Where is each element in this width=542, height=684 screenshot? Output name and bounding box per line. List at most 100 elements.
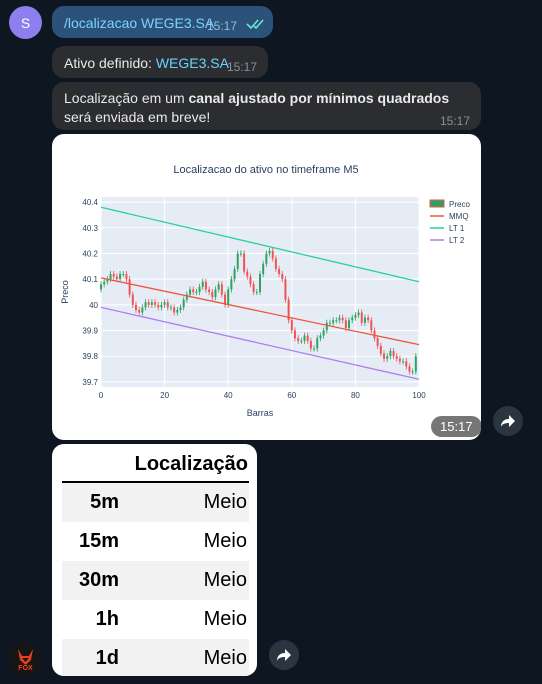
candle: [192, 289, 195, 292]
candle: [208, 289, 211, 292]
location-table-image[interactable]: Localização 5m Meio 15m Meio 30m Meio 1h Mei…: [52, 444, 257, 676]
candle: [154, 302, 157, 305]
forward-button[interactable]: [493, 406, 523, 436]
forward-button[interactable]: [269, 640, 299, 670]
message-time: 15:17: [440, 114, 471, 128]
x-tick-label: 0: [99, 391, 104, 400]
candle: [373, 330, 376, 339]
message-time: 15:17: [207, 19, 238, 33]
chart-image-message[interactable]: Localizacao do ativo no timeframe M5 0 20…: [52, 134, 481, 440]
asset-message[interactable]: Ativo definido: WEGE3.SA 15:17: [52, 46, 268, 78]
candle: [230, 279, 233, 290]
candle: [236, 253, 239, 269]
candle: [395, 356, 398, 359]
y-tick-label: 39.9: [82, 327, 98, 336]
candle: [243, 253, 246, 272]
legend-label: LT 1: [449, 224, 465, 233]
candle: [360, 312, 363, 323]
candle: [309, 340, 312, 349]
location-cell: Meio: [203, 491, 247, 513]
candle: [293, 330, 296, 339]
asset-ticker-link[interactable]: WEGE3.SA: [156, 55, 229, 71]
table-header: Localização: [134, 453, 248, 475]
candle: [313, 348, 316, 350]
candle: [284, 279, 287, 300]
candle: [179, 307, 182, 310]
candle: [332, 320, 335, 323]
candle: [414, 356, 417, 372]
candle: [392, 351, 395, 357]
candle: [217, 284, 220, 290]
candle: [405, 361, 408, 367]
table-row: 1d Meio: [62, 639, 249, 676]
candle: [204, 281, 207, 290]
candle: [182, 299, 185, 308]
candle: [383, 353, 386, 359]
candle: [386, 356, 389, 359]
asset-text: Ativo definido: WEGE3.SA: [64, 55, 229, 71]
candle: [125, 274, 128, 280]
candle: [128, 279, 131, 295]
command-message[interactable]: /localizacao WEGE3.SA 15:17: [52, 6, 273, 38]
candle: [338, 317, 341, 321]
user-avatar[interactable]: S: [9, 6, 42, 39]
read-checkmarks-icon: [246, 19, 264, 30]
candle: [147, 302, 150, 305]
candle: [306, 335, 309, 341]
candle: [335, 320, 338, 322]
candle: [189, 289, 192, 295]
candle: [103, 281, 106, 285]
candle: [328, 322, 331, 324]
info-text: Localização em um canal ajustado por mín…: [64, 89, 469, 127]
candle: [109, 274, 112, 280]
timeframe-cell: 15m: [78, 530, 119, 552]
candle: [316, 338, 319, 349]
candle: [259, 274, 261, 292]
y-tick-label: 39.8: [82, 352, 98, 361]
candle: [211, 292, 214, 298]
candle: [166, 302, 169, 308]
legend-label: MMQ: [449, 212, 469, 221]
candle: [144, 302, 147, 308]
candle: [379, 345, 382, 354]
candle: [246, 271, 249, 277]
candle: [322, 330, 325, 336]
candle: [134, 304, 137, 310]
candle: [281, 274, 284, 280]
candle: [402, 361, 405, 363]
x-tick-label: 40: [224, 391, 233, 400]
candle: [227, 289, 230, 305]
candle: [344, 320, 347, 328]
candle: [233, 268, 236, 280]
candle: [268, 250, 271, 254]
candle: [252, 284, 255, 292]
candle: [160, 304, 163, 308]
location-cell: Meio: [203, 530, 247, 552]
candle: [169, 307, 172, 309]
y-axis-label: Preco: [60, 280, 70, 304]
candle: [150, 302, 153, 305]
info-pre: Localização em um: [64, 90, 189, 106]
info-message[interactable]: Localização em um canal ajustado por mín…: [52, 82, 481, 130]
bot-avatar[interactable]: FOX: [9, 643, 42, 676]
y-tick-label: 40: [89, 301, 98, 310]
table-row: 5m Meio: [62, 483, 249, 522]
chart-svg: Localizacao do ativo no timeframe M5 0 20…: [60, 164, 470, 418]
candle: [122, 274, 125, 276]
candle: [354, 315, 357, 318]
candle: [319, 335, 322, 339]
timeframe-cell: 1h: [95, 608, 119, 630]
candle: [201, 281, 204, 287]
candle: [119, 274, 122, 280]
timeframe-cell: 1d: [95, 647, 119, 669]
avatar-letter: S: [20, 14, 31, 31]
table-row: 30m Meio: [62, 561, 249, 600]
candle: [214, 289, 217, 298]
candle: [131, 294, 134, 305]
message-time: 15:17: [227, 60, 258, 74]
y-tick-label: 40.1: [82, 275, 98, 284]
x-axis-label: Barras: [247, 408, 274, 418]
command-text[interactable]: /localizacao WEGE3.SA: [64, 15, 214, 31]
candle: [163, 302, 166, 305]
candle: [115, 276, 118, 280]
